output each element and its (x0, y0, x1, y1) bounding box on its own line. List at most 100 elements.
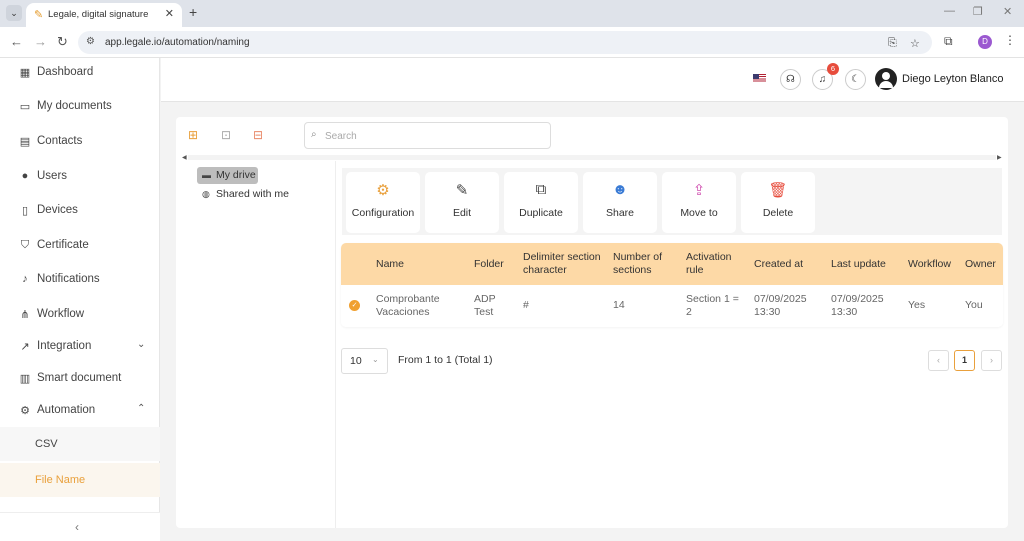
sidebar-item-label: Integration (37, 340, 92, 352)
user-avatar[interactable] (875, 68, 897, 90)
support-headset-icon[interactable]: ☊ (780, 69, 801, 90)
shield-icon: ⛉ (20, 239, 30, 251)
sidebar-item-label: My documents (37, 100, 112, 112)
sidebar-item-certificate[interactable]: ⛉ Certificate (0, 231, 160, 261)
scroll-right-arrow-icon[interactable]: ▶ (997, 154, 1002, 161)
reload-icon[interactable]: ↻ (57, 34, 68, 50)
sidebar-item-integration[interactable]: ↗ Integration ⌄ (0, 332, 160, 362)
profile-avatar[interactable]: D (978, 35, 992, 49)
dashboard-icon: ▦ (19, 67, 31, 79)
sidebar-item-my-documents[interactable]: ▭ My documents (0, 92, 160, 122)
tab-close-icon[interactable]: ✕ (165, 7, 174, 20)
external-link-icon: ↗ (20, 341, 30, 353)
column-header-owner[interactable]: Owner (965, 258, 996, 271)
search-box[interactable]: ⌕ (304, 122, 551, 149)
window-close-icon[interactable]: ✕ (1003, 5, 1012, 18)
page-size-select[interactable]: 10 ⌄ (341, 348, 388, 374)
user-name[interactable]: Diego Leyton Blanco (902, 73, 1004, 85)
column-header-sections[interactable]: Number of sections (613, 251, 669, 277)
column-header-created-at[interactable]: Created at (754, 258, 803, 271)
browser-tab-bar: ⌄ ✎ Legale, digital signature ✕ + — ❐ ✕ (0, 0, 1024, 27)
restore-icon[interactable]: ❐ (973, 5, 983, 18)
cell-name: Comprobante Vacaciones (376, 293, 440, 318)
drive-icon: ▬ (202, 170, 211, 180)
delete-button[interactable]: 🗑 Delete (741, 172, 815, 233)
url-text[interactable]: app.legale.io/automation/naming (105, 37, 250, 48)
folder-icon: ▭ (19, 101, 31, 113)
theme-toggle-icon[interactable]: ☾ (845, 69, 866, 90)
sidebar-item-devices[interactable]: ▯ Devices (0, 196, 160, 226)
tab-search-button[interactable]: ⌄ (6, 5, 22, 21)
legale-favicon-icon: ✎ (34, 9, 44, 21)
action-label: Edit (452, 207, 472, 219)
sidebar-item-smart-document[interactable]: ▥ Smart document (0, 364, 160, 394)
cell-created-at: 07/09/2025 13:30 (754, 293, 807, 318)
sidebar-item-label: Smart document (37, 372, 122, 384)
duplicate-button[interactable]: ⧉ Duplicate (504, 172, 578, 233)
move-to-button[interactable]: ⇪ Move to (662, 172, 736, 233)
column-header-last-update[interactable]: Last update (831, 258, 886, 271)
cell-last-update: 07/09/2025 13:30 (831, 293, 884, 318)
smart-document-icon: ▥ (19, 373, 31, 385)
horizontal-scrollbar[interactable] (188, 155, 996, 160)
site-settings-icon[interactable]: ⚙ (86, 36, 95, 47)
browser-menu-icon[interactable]: ⋮ (1004, 33, 1016, 47)
sidebar-item-label: Devices (37, 204, 78, 216)
us-flag-icon[interactable] (753, 74, 766, 83)
tree-item-label: Shared with me (216, 188, 289, 200)
sidebar-item-dashboard[interactable]: ▦ Dashboard (0, 58, 160, 88)
sidebar-item-label: Dashboard (37, 66, 94, 78)
sidebar-item-workflow[interactable]: ⋔ Workflow (0, 300, 160, 330)
globe-icon: ◍ (202, 189, 210, 199)
row-selected-check-icon[interactable]: ✓ (349, 300, 360, 311)
new-folder-icon[interactable]: ⊞ (188, 128, 198, 142)
url-omnibox[interactable]: ⚙ app.legale.io/automation/naming ⎘ ☆ (78, 31, 932, 54)
folder-check-icon[interactable]: ⊡ (221, 128, 231, 142)
extensions-icon[interactable]: ⧉ (944, 34, 953, 49)
scroll-left-arrow-icon[interactable]: ◀ (182, 154, 187, 161)
action-label: Move to (680, 207, 718, 219)
chevron-left-icon: ‹ (75, 520, 79, 534)
pagination-summary: From 1 to 1 (Total 1) (398, 354, 493, 366)
sidebar-subitem-file-name[interactable]: File Name (0, 463, 160, 497)
column-header-delimiter[interactable]: Delimiter section character (523, 251, 607, 277)
contacts-icon: ▤ (19, 136, 31, 148)
gear-icon: ⚙ (376, 182, 390, 199)
cell-folder: ADP Test (474, 293, 496, 318)
sidebar-item-contacts[interactable]: ▤ Contacts (0, 127, 160, 157)
column-header-name[interactable]: Name (376, 258, 404, 271)
folder-move-icon: ⇪ (692, 182, 706, 199)
sidebar-item-automation[interactable]: ⚙ Automation ⌃ (0, 396, 160, 426)
sidebar-item-users[interactable]: ● Users (0, 162, 160, 192)
column-header-workflow[interactable]: Workflow (908, 258, 951, 271)
tree-item-my-drive[interactable]: ▬ My drive (197, 167, 258, 184)
sidebar-item-notifications[interactable]: ♪ Notifications (0, 265, 160, 295)
folder-remove-icon[interactable]: ⊟ (253, 128, 263, 142)
tree-item-label: My drive (216, 169, 256, 181)
new-tab-button[interactable]: + (189, 4, 197, 20)
sidebar-collapse-button[interactable]: ‹ (0, 512, 160, 541)
file-name-panel: ⊞ ⊡ ⊟ ⌕ ◀ ▶ ▬ My drive ◍ Shared with me … (176, 117, 1008, 528)
sidebar-subitem-csv[interactable]: CSV (0, 427, 160, 461)
column-header-activation-rule[interactable]: Activation rule (686, 251, 736, 277)
prev-page-button[interactable]: ‹ (928, 350, 949, 371)
minimize-icon[interactable]: — (944, 5, 955, 17)
chevron-down-icon: ⌄ (372, 355, 379, 364)
search-input[interactable] (325, 127, 545, 145)
column-header-folder[interactable]: Folder (474, 258, 504, 271)
share-button[interactable]: ☻ Share (583, 172, 657, 233)
back-arrow-icon[interactable]: ← (10, 34, 23, 49)
browser-tab[interactable]: ✎ Legale, digital signature ✕ (26, 3, 182, 27)
forward-arrow-icon[interactable]: → (34, 34, 47, 49)
bookmark-star-icon[interactable]: ☆ (910, 37, 920, 50)
tree-item-shared-with-me[interactable]: ◍ Shared with me (197, 186, 317, 203)
table-row[interactable]: Comprobante Vacaciones ADP Test # 14 Sec… (341, 285, 1003, 327)
configuration-button[interactable]: ⚙ Configuration (346, 172, 420, 233)
action-label: Share (605, 207, 635, 219)
next-page-button[interactable]: › (981, 350, 1002, 371)
edit-button[interactable]: ✎ Edit (425, 172, 499, 233)
copy-icon: ⧉ (535, 181, 547, 198)
table-header-row: Name Folder Delimiter section character … (341, 243, 1003, 285)
page-1-button[interactable]: 1 (954, 350, 975, 371)
install-app-icon[interactable]: ⎘ (888, 37, 897, 50)
